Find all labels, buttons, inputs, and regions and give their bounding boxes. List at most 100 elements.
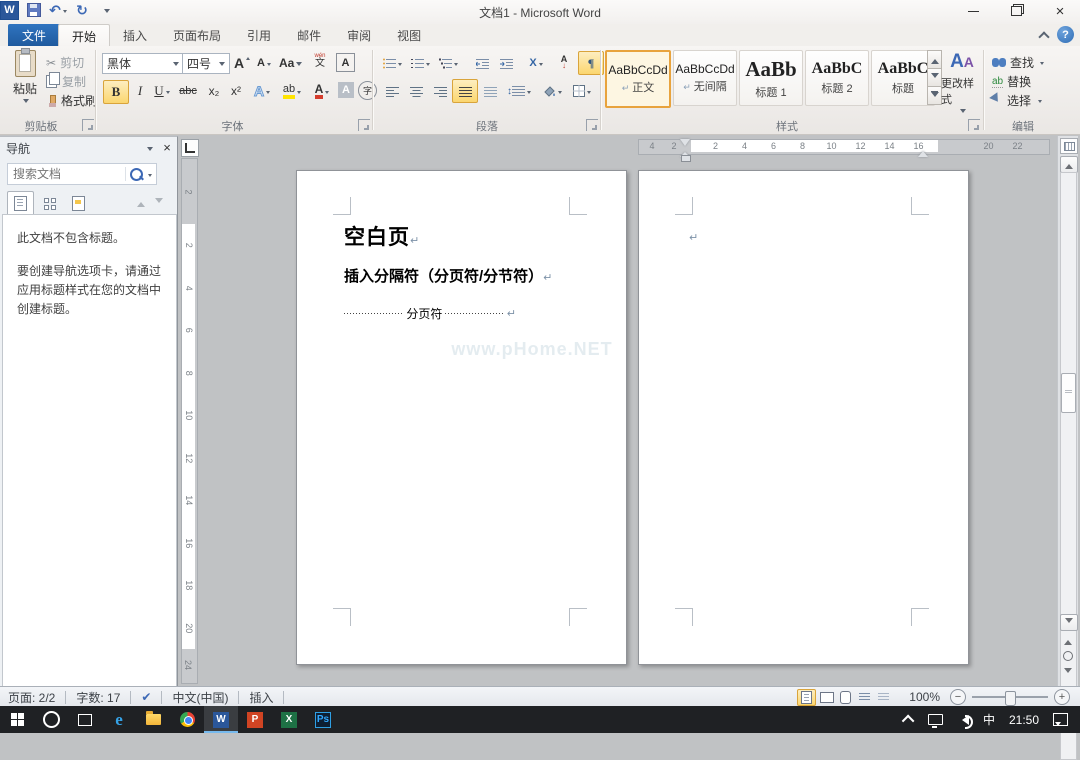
ribbon-tab[interactable]: 开始 [58,24,110,47]
undo-button[interactable]: ↶ [49,1,67,19]
ribbon-tab[interactable]: 引用 [234,24,284,46]
document-search-box[interactable] [7,163,157,185]
help-button[interactable]: ? [1057,26,1074,43]
sort-button[interactable]: A ↓ [552,52,576,74]
left-indent-marker[interactable] [681,155,691,162]
grow-font-button[interactable]: A [230,52,254,74]
print-layout-view-button[interactable] [797,689,816,706]
increase-indent-button[interactable] [494,52,518,74]
asian-layout-button[interactable]: X [524,52,548,74]
style-card[interactable]: AaBbCcDd ↵ 无间隔 [673,50,737,106]
page-indicator[interactable]: 页面: 2/2 [6,689,57,706]
taskbar-excel[interactable]: X [272,706,306,733]
zoom-out-button[interactable]: − [950,689,966,705]
zoom-level[interactable]: 100% [907,690,942,704]
document-page-1[interactable]: 空白页↵ 插入分隔符（分页符/分节符）↵ 分页符 ↵ www.pHome.NET [296,170,627,665]
character-shading-button[interactable]: A [338,82,354,98]
subscript-button[interactable]: x₂ [202,80,226,102]
horizontal-ruler[interactable]: 42 246810121416 2022 [638,139,1050,155]
replace-button[interactable]: ab 替换 [992,73,1031,90]
style-card[interactable]: AaBbCcDd ↵ 正文 [605,50,671,108]
font-dialog-launcher[interactable] [358,119,370,131]
bullets-button[interactable] [380,52,404,74]
spellcheck-icon[interactable]: ✔ [139,690,153,704]
find-button[interactable]: 查找 [992,54,1044,71]
format-painter-button[interactable]: 格式刷 [46,92,97,109]
text-highlight-button[interactable]: ab [280,80,304,102]
underline-button[interactable]: U [150,80,174,102]
redo-button[interactable]: ↻ [73,1,91,19]
action-center-icon[interactable] [1053,713,1068,726]
numbering-button[interactable] [408,52,432,74]
save-button[interactable] [25,1,43,19]
search-button[interactable] [126,168,146,181]
character-border-button[interactable]: A [336,53,355,72]
taskbar-edge[interactable]: e [102,706,136,733]
strikethrough-button[interactable]: abc [176,80,200,102]
taskbar-word-active[interactable]: W [204,706,238,733]
change-styles-button[interactable]: AA 更改样式 [941,51,983,114]
insert-mode-indicator[interactable]: 插入 [247,689,275,706]
ribbon-tab[interactable]: 邮件 [284,24,334,46]
multilevel-list-button[interactable] [436,52,460,74]
font-name-combo[interactable]: 黑体 [102,53,184,74]
clipboard-dialog-launcher[interactable] [82,119,94,131]
network-icon[interactable] [928,714,943,725]
scroll-up-button[interactable] [1060,156,1078,173]
nav-tab-headings[interactable] [7,191,34,216]
taskbar-photoshop[interactable]: Ps [306,706,340,733]
speaker-icon[interactable] [957,715,969,725]
minimize-button[interactable] [956,0,990,22]
close-button[interactable]: × [1043,0,1077,22]
search-options-icon[interactable] [148,174,152,179]
enclose-characters-button[interactable]: 字 [358,81,377,100]
nav-tab-results[interactable] [65,191,92,216]
ime-indicator[interactable]: 中 [983,711,995,728]
document-page-2[interactable]: ↵ [638,170,969,665]
clock[interactable]: 21:50 [1009,713,1039,727]
tray-expand-icon[interactable] [902,715,915,728]
select-button[interactable]: 选择 [992,92,1042,109]
phonetic-guide-button[interactable]: wén 文 [308,50,332,72]
justify-button[interactable] [452,79,478,103]
navigation-pane-menu-button[interactable] [142,141,156,155]
taskbar-chrome[interactable] [170,706,204,733]
nav-tab-pages[interactable] [36,191,63,216]
font-color-button[interactable]: A [310,80,334,102]
draft-view-button[interactable] [875,690,892,705]
distribute-button[interactable] [478,80,502,102]
italic-button[interactable]: I [128,80,152,102]
text-effects-button[interactable]: A [250,80,274,102]
zoom-slider-thumb[interactable] [1005,691,1016,706]
ribbon-tab[interactable]: 页面布局 [160,24,234,46]
tab-stop-selector[interactable] [181,139,199,157]
fullscreen-reading-view-button[interactable] [818,690,835,705]
select-browse-object-button[interactable] [1060,648,1076,664]
ribbon-tab[interactable]: 视图 [384,24,434,46]
paste-button[interactable]: 粘贴 [8,50,42,112]
decrease-indent-button[interactable] [470,52,494,74]
ribbon-tab[interactable]: 审阅 [334,24,384,46]
taskbar-powerpoint[interactable]: P [238,706,272,733]
shading-button[interactable] [540,80,564,102]
styles-scroll-down[interactable] [927,68,942,87]
vertical-ruler[interactable]: 2 2468101214161820 24 [181,158,198,684]
superscript-button[interactable]: x² [224,80,248,102]
next-heading-button[interactable] [152,195,166,209]
outline-view-button[interactable] [856,690,873,705]
bold-button[interactable]: B [103,80,129,104]
paragraph-dialog-launcher[interactable] [586,119,598,131]
previous-page-button[interactable] [1060,632,1076,648]
previous-heading-button[interactable] [134,195,148,209]
next-page-button[interactable] [1060,664,1076,680]
customize-qat-button[interactable] [97,1,115,19]
change-case-button[interactable]: Aa [278,52,303,74]
tab-file[interactable]: 文件 [8,24,60,46]
cut-button[interactable]: ✂ 剪切 [46,54,84,71]
ribbon-tab[interactable]: 插入 [110,24,160,46]
align-right-button[interactable] [428,80,452,102]
style-card[interactable]: AaBbC 标题 [871,50,935,106]
font-size-combo[interactable]: 四号 [182,53,230,74]
web-layout-view-button[interactable] [837,690,854,705]
collapse-ribbon-button[interactable] [1036,28,1052,42]
